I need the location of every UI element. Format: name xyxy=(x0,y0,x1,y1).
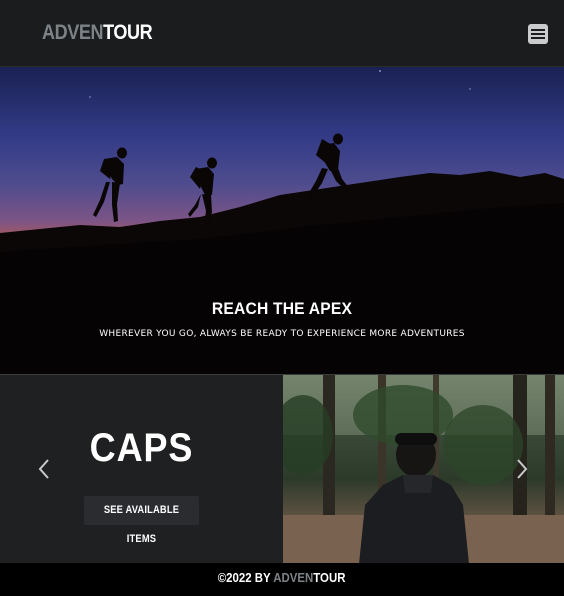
slide-title: CAPS xyxy=(89,426,194,470)
hamburger-menu-icon[interactable] xyxy=(528,24,548,44)
see-available-items-label: SEE AVAILABLE ITEMS xyxy=(103,504,180,545)
footer-brand-part-2: TOUR xyxy=(313,570,346,585)
chevron-right-icon[interactable] xyxy=(514,457,530,481)
hero-image xyxy=(0,70,564,374)
hero-title: REACH THE APEX xyxy=(211,299,353,318)
brand-logo[interactable]: ADVENTOUR xyxy=(42,20,153,46)
product-carousel: CAPS SEE AVAILABLE ITEMS xyxy=(0,374,564,564)
hero-banner: REACH THE APEX WHEREVER YOU GO, ALWAYS B… xyxy=(0,67,564,374)
brand-part-1: ADVEN xyxy=(42,21,104,44)
navbar: ADVENTOUR xyxy=(0,0,564,67)
brand-part-2: TOUR xyxy=(103,21,153,44)
footer-brand-part-1: ADVEN xyxy=(273,570,314,585)
footer-prefix: ©2022 BY xyxy=(218,570,274,585)
see-available-items-button[interactable]: SEE AVAILABLE ITEMS xyxy=(84,496,199,545)
footer: ©2022 BY ADVENTOUR xyxy=(0,563,564,596)
footer-copyright: ©2022 BY ADVENTOUR xyxy=(218,563,346,593)
chevron-left-icon[interactable] xyxy=(36,457,52,481)
hero-subtitle: WHEREVER YOU GO, ALWAYS BE READY TO EXPE… xyxy=(99,329,465,339)
